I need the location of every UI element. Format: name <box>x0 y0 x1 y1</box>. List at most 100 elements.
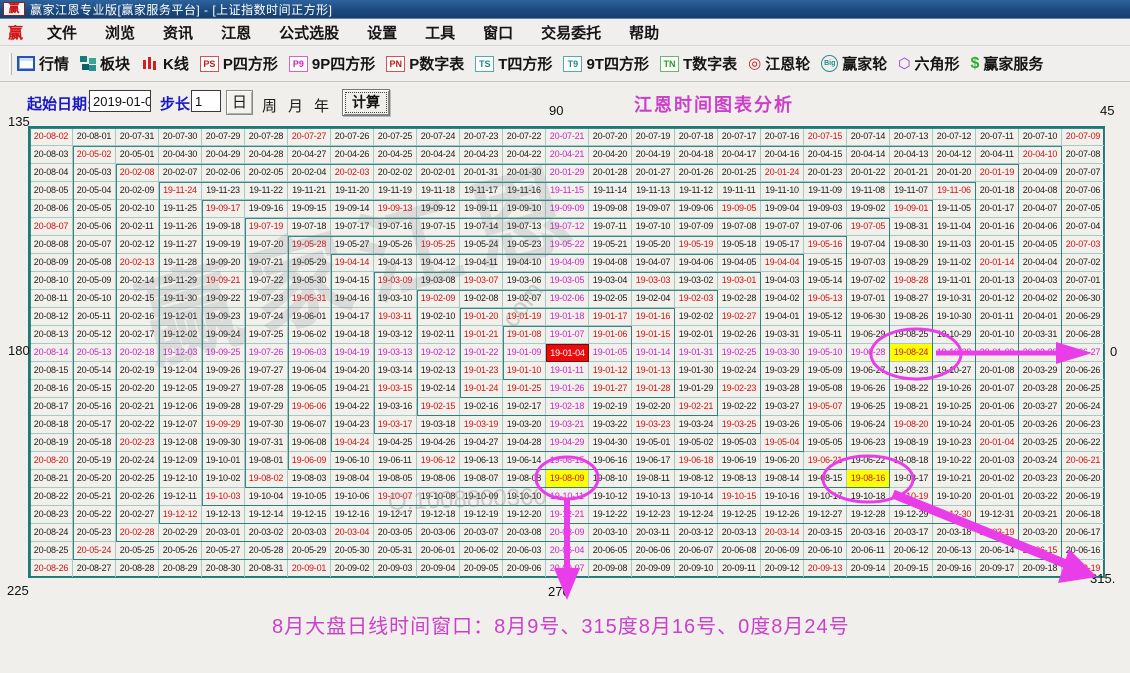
grid-cell[interactable]: 20-04-19 <box>632 146 675 164</box>
period-option-week[interactable]: 周 <box>262 95 277 116</box>
grid-cell[interactable]: 19-05-04 <box>761 434 804 452</box>
grid-cell[interactable]: 19-09-21 <box>202 272 245 290</box>
grid-cell[interactable]: 20-02-25 <box>116 470 159 488</box>
grid-cell[interactable]: 20-05-29 <box>288 542 331 560</box>
grid-cell[interactable]: 19-11-10 <box>761 182 804 200</box>
grid-cell[interactable]: 19-10-20 <box>933 488 976 506</box>
grid-cell[interactable]: 19-08-19 <box>890 434 933 452</box>
grid-cell[interactable]: 19-07-11 <box>589 218 632 236</box>
grid-cell[interactable]: 19-12-03 <box>159 344 202 362</box>
grid-cell[interactable]: 20-07-22 <box>503 128 546 146</box>
grid-cell[interactable]: 20-09-18 <box>1019 560 1062 578</box>
grid-cell[interactable]: 20-05-10 <box>73 290 116 308</box>
grid-cell[interactable]: 19-04-15 <box>331 272 374 290</box>
grid-cell[interactable]: 20-06-03 <box>503 542 546 560</box>
grid-cell[interactable]: 20-02-17 <box>116 326 159 344</box>
grid-cell[interactable]: 19-04-23 <box>331 416 374 434</box>
grid-cell[interactable]: 19-10-27 <box>933 362 976 380</box>
grid-cell[interactable]: 19-12-19 <box>460 506 503 524</box>
grid-cell[interactable]: 20-03-29 <box>1019 362 1062 380</box>
grid-cell[interactable]: 20-04-25 <box>374 146 417 164</box>
grid-cell[interactable]: 19-05-08 <box>804 380 847 398</box>
grid-cell[interactable]: 20-06-27 <box>1062 344 1105 362</box>
grid-cell[interactable]: 19-02-06 <box>546 290 589 308</box>
grid-cell[interactable]: 19-11-25 <box>159 200 202 218</box>
grid-cell[interactable]: 19-08-24 <box>890 344 933 362</box>
grid-cell[interactable]: 19-10-10 <box>503 488 546 506</box>
grid-cell[interactable]: 19-08-22 <box>890 380 933 398</box>
grid-cell[interactable]: 20-05-03 <box>73 164 116 182</box>
grid-cell[interactable]: 19-08-03 <box>288 470 331 488</box>
grid-cell[interactable]: 19-04-13 <box>374 254 417 272</box>
grid-cell[interactable]: 19-11-24 <box>159 182 202 200</box>
grid-cell[interactable]: 19-08-07 <box>460 470 503 488</box>
grid-cell[interactable]: 19-08-11 <box>632 470 675 488</box>
grid-cell[interactable]: 19-04-11 <box>460 254 503 272</box>
grid-cell[interactable]: 19-02-28 <box>718 290 761 308</box>
grid-cell[interactable]: 20-03-26 <box>1019 416 1062 434</box>
grid-cell[interactable]: 19-07-14 <box>460 218 503 236</box>
calculate-button[interactable]: 计算 <box>342 89 390 116</box>
grid-cell[interactable]: 19-06-25 <box>847 398 890 416</box>
grid-cell[interactable]: 19-02-17 <box>503 398 546 416</box>
grid-cell[interactable]: 20-04-27 <box>288 146 331 164</box>
grid-cell[interactable]: 20-05-22 <box>73 506 116 524</box>
grid-cell[interactable]: 20-07-10 <box>1019 128 1062 146</box>
grid-cell[interactable]: 19-09-25 <box>202 344 245 362</box>
grid-cell[interactable]: 19-04-14 <box>331 254 374 272</box>
grid-cell[interactable]: 19-10-21 <box>933 470 976 488</box>
grid-cell[interactable]: 19-09-02 <box>847 200 890 218</box>
grid-cell[interactable]: 20-08-31 <box>245 560 288 578</box>
grid-cell[interactable]: 20-08-25 <box>30 542 73 560</box>
grid-cell[interactable]: 19-01-05 <box>589 344 632 362</box>
grid-cell[interactable]: 19-09-06 <box>675 200 718 218</box>
grid-cell[interactable]: 19-04-06 <box>675 254 718 272</box>
grid-cell[interactable]: 20-02-23 <box>116 434 159 452</box>
grid-cell[interactable]: 19-06-24 <box>847 416 890 434</box>
menu-window[interactable]: 窗口 <box>469 22 527 43</box>
grid-cell[interactable]: 19-06-07 <box>288 416 331 434</box>
grid-cell[interactable]: 20-01-06 <box>976 398 1019 416</box>
grid-cell[interactable]: 20-03-08 <box>503 524 546 542</box>
grid-cell[interactable]: 19-08-17 <box>890 470 933 488</box>
grid-cell[interactable]: 20-01-25 <box>718 164 761 182</box>
grid-cell[interactable]: 19-05-09 <box>804 362 847 380</box>
grid-cell[interactable]: 20-04-15 <box>804 146 847 164</box>
grid-cell[interactable]: 19-12-02 <box>159 326 202 344</box>
grid-cell[interactable]: 19-05-28 <box>288 236 331 254</box>
grid-cell[interactable]: 19-03-11 <box>374 308 417 326</box>
grid-cell[interactable]: 19-01-18 <box>546 308 589 326</box>
grid-cell[interactable]: 19-01-04 <box>546 344 589 362</box>
grid-cell[interactable]: 19-01-24 <box>460 380 503 398</box>
grid-cell[interactable]: 19-04-05 <box>718 254 761 272</box>
grid-cell[interactable]: 19-07-15 <box>417 218 460 236</box>
grid-cell[interactable]: 19-07-30 <box>245 416 288 434</box>
menu-gann[interactable]: 江恩 <box>207 22 265 43</box>
grid-cell[interactable]: 20-01-09 <box>976 344 1019 362</box>
grid-cell[interactable]: 20-09-09 <box>632 560 675 578</box>
grid-cell[interactable]: 19-05-17 <box>761 236 804 254</box>
grid-cell[interactable]: 19-04-04 <box>761 254 804 272</box>
grid-cell[interactable]: 19-11-23 <box>202 182 245 200</box>
grid-cell[interactable]: 19-06-19 <box>718 452 761 470</box>
grid-cell[interactable]: 19-06-26 <box>847 380 890 398</box>
grid-cell[interactable]: 20-07-21 <box>546 128 589 146</box>
toolbar-p-square[interactable]: PS P四方形 <box>200 53 278 74</box>
grid-cell[interactable]: 19-10-30 <box>933 308 976 326</box>
grid-cell[interactable]: 19-11-26 <box>159 218 202 236</box>
grid-cell[interactable]: 20-04-24 <box>417 146 460 164</box>
grid-cell[interactable]: 19-04-18 <box>331 326 374 344</box>
grid-cell[interactable]: 19-12-09 <box>159 452 202 470</box>
grid-cell[interactable]: 20-09-07 <box>546 560 589 578</box>
grid-cell[interactable]: 19-11-08 <box>847 182 890 200</box>
grid-cell[interactable]: 20-05-05 <box>73 200 116 218</box>
grid-cell[interactable]: 19-06-06 <box>288 398 331 416</box>
grid-cell[interactable]: 19-12-16 <box>331 506 374 524</box>
grid-cell[interactable]: 19-01-07 <box>546 326 589 344</box>
grid-cell[interactable]: 20-02-03 <box>331 164 374 182</box>
grid-cell[interactable]: 20-09-06 <box>503 560 546 578</box>
grid-cell[interactable]: 20-03-09 <box>546 524 589 542</box>
grid-cell[interactable]: 19-07-17 <box>331 218 374 236</box>
grid-cell[interactable]: 19-03-03 <box>632 272 675 290</box>
grid-cell[interactable]: 20-09-12 <box>761 560 804 578</box>
